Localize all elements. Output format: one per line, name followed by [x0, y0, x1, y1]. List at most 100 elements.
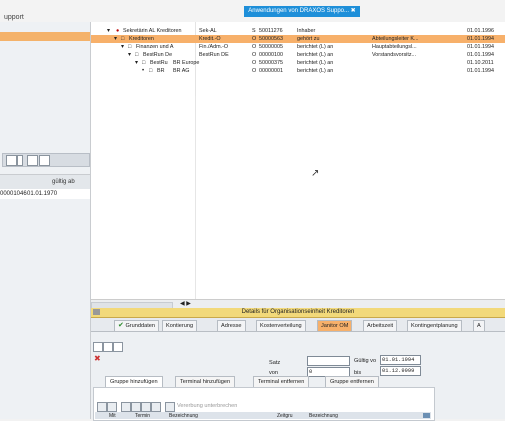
- group-grid-header: Mit Termin Bezeichnung Zeitgru Bezeichnu…: [95, 412, 431, 419]
- edit-icon[interactable]: [103, 342, 113, 352]
- app-notification-banner[interactable]: Anwendungen von DRAXOS Suppo... ✖: [244, 6, 360, 17]
- tree-relation: berichtet (L) an: [297, 44, 334, 50]
- tab-arbeitszeit[interactable]: Arbeitszeit: [363, 320, 398, 331]
- person-icon: ●: [116, 28, 120, 34]
- tree-type: O: [252, 68, 257, 74]
- copy-icon[interactable]: [113, 342, 123, 352]
- tree-name: Finanzen und A: [136, 44, 174, 50]
- details-tabstrip: ✔ Grunddaten Kontierung Adresse Kostenve…: [91, 318, 505, 332]
- tree-relation: Inhaber: [297, 28, 316, 34]
- grid-settings-icon[interactable]: [423, 413, 430, 418]
- details-panel-title: Details für Organisationseinheit Kredito…: [91, 308, 505, 318]
- left-grid-header: gültig ab: [0, 174, 90, 189]
- column-divider: [195, 96, 196, 299]
- left-grid-row[interactable]: 00001046 01.01.1970: [0, 189, 90, 199]
- tree-short: Kredit.-O: [199, 36, 221, 42]
- bis-input[interactable]: 01.12.9999: [380, 366, 421, 376]
- tree-relation: berichtet (L) an: [297, 52, 334, 58]
- org-structure-tree: ▾ ● Sekretärin AL Kreditoren Sek-AL S 50…: [91, 22, 505, 299]
- delete-icon[interactable]: ✖: [94, 354, 101, 363]
- tree-id: 50000563: [259, 36, 283, 42]
- tree-type: O: [252, 52, 257, 58]
- satz-input[interactable]: [307, 356, 350, 366]
- table-icon[interactable]: [6, 155, 17, 166]
- vererbung-label: Vererbung unterbrechen: [177, 403, 238, 409]
- tree-name: BR: [157, 68, 165, 74]
- row-date: 01.01.1970: [27, 191, 58, 197]
- tree-id: 00000100: [259, 52, 283, 58]
- folder-icon: □: [135, 52, 139, 58]
- tab-more[interactable]: A: [473, 320, 485, 331]
- leaf-icon: •: [142, 68, 145, 74]
- tree-type: O: [252, 60, 257, 66]
- mouse-cursor-icon: ↗: [311, 168, 320, 179]
- tree-date: 01.01.1994: [467, 52, 494, 58]
- tree-id: 50011276: [259, 28, 283, 34]
- tree-row[interactable]: ▾ □ BestRun De BestRun DE O 00000100 ber…: [91, 51, 505, 59]
- tree-short: BR AG: [173, 68, 190, 74]
- tree-extra: Abteilungsleiter K...: [372, 36, 419, 42]
- delete-row-icon[interactable]: [131, 402, 141, 412]
- valid-from-input[interactable]: 01.01.1994: [380, 355, 421, 365]
- collapse-icon[interactable]: ▾: [121, 43, 124, 51]
- check-icon: ✔: [118, 322, 124, 329]
- group-toolbar: Vererbung unterbrechen: [95, 402, 431, 412]
- insert-row-icon[interactable]: [121, 402, 131, 412]
- collapse-icon[interactable]: ▾: [114, 35, 117, 43]
- left-navigation-pane: gültig ab 00001046 01.01.1970: [0, 22, 91, 419]
- col-termin: Termin: [135, 413, 151, 419]
- tree-row[interactable]: ▾ ● Sekretärin AL Kreditoren Sek-AL S 50…: [91, 27, 505, 35]
- scroll-arrows-icon[interactable]: ◀ ▶: [180, 300, 191, 307]
- collapse-icon[interactable]: ▾: [128, 51, 131, 59]
- group-subtabs: Gruppe hinzufügen Terminal hinzufügen Te…: [105, 376, 395, 388]
- menu-support[interactable]: upport: [4, 14, 24, 21]
- tree-row[interactable]: ▾ □ BestRu BR Europe O 50000375 berichte…: [91, 59, 505, 67]
- satz-label: Satz: [269, 360, 281, 366]
- tree-type: O: [252, 36, 257, 42]
- find-icon[interactable]: [39, 155, 50, 166]
- deselect-icon[interactable]: [107, 402, 117, 412]
- tree-short: Fin./Adm.-O: [199, 44, 229, 50]
- tab-kontierung[interactable]: Kontierung: [162, 320, 198, 331]
- col-bezeichnung-2: Bezeichnung: [309, 413, 338, 419]
- tree-relation: berichtet (L) an: [297, 60, 334, 66]
- tab-kostenverteilung[interactable]: Kostenverteilung: [256, 320, 306, 331]
- collapse-icon[interactable]: ▾: [107, 27, 110, 35]
- tree-relation: gehört zu: [297, 36, 320, 42]
- copy-row-icon[interactable]: [141, 402, 151, 412]
- tab-kontingentplanung[interactable]: Kontingentplanung: [407, 320, 462, 331]
- left-toolbar: [2, 153, 90, 167]
- tab-grunddaten[interactable]: ✔ Grunddaten: [114, 320, 159, 331]
- tab-adresse[interactable]: Adresse: [217, 320, 246, 331]
- tree-row[interactable]: ▾ □ Finanzen und A Fin./Adm.-O O 5000000…: [91, 43, 505, 51]
- tree-date: 01.10.2011: [467, 60, 494, 66]
- tree-short: BestRun DE: [199, 52, 229, 58]
- tree-name: Sekretärin AL Kreditoren: [123, 28, 182, 34]
- tree-name: BestRun De: [143, 52, 173, 58]
- create-icon[interactable]: [93, 342, 103, 352]
- tree-date: 01.01.1994: [467, 68, 494, 74]
- selected-band: [0, 32, 90, 41]
- tree-row-selected[interactable]: ▾ □ Kreditoren Kredit.-O O 50000563 gehö…: [91, 35, 505, 43]
- tree-date: 01.01.1994: [467, 36, 494, 42]
- tree-row[interactable]: • □ BR BR AG O 00000001 berichtet (L) an…: [91, 67, 505, 75]
- valid-from-label: Gültig vo: [354, 358, 377, 364]
- tree-name: BestRu: [150, 60, 168, 66]
- folder-icon: □: [149, 68, 153, 74]
- folder-icon: □: [121, 36, 125, 42]
- tree-id: 50000375: [259, 60, 283, 66]
- tree-short: Sek-AL: [199, 28, 217, 34]
- tab-janitor-om[interactable]: Janitor OM: [317, 320, 353, 331]
- dropdown-icon[interactable]: [17, 155, 23, 166]
- checkbox-vererbung[interactable]: [165, 402, 175, 412]
- detail-icon[interactable]: [151, 402, 161, 412]
- tree-id: 00000001: [259, 68, 283, 74]
- tree-short: BR Europe: [173, 60, 200, 66]
- tree-relation: berichtet (L) an: [297, 68, 334, 74]
- copy-icon[interactable]: [27, 155, 38, 166]
- collapse-icon[interactable]: ▾: [135, 59, 138, 67]
- select-all-icon[interactable]: [97, 402, 107, 412]
- tree-extra: Vorstandsvorsitz...: [372, 52, 417, 58]
- folder-icon: □: [128, 44, 132, 50]
- col-bezeichnung: Bezeichnung: [169, 413, 198, 419]
